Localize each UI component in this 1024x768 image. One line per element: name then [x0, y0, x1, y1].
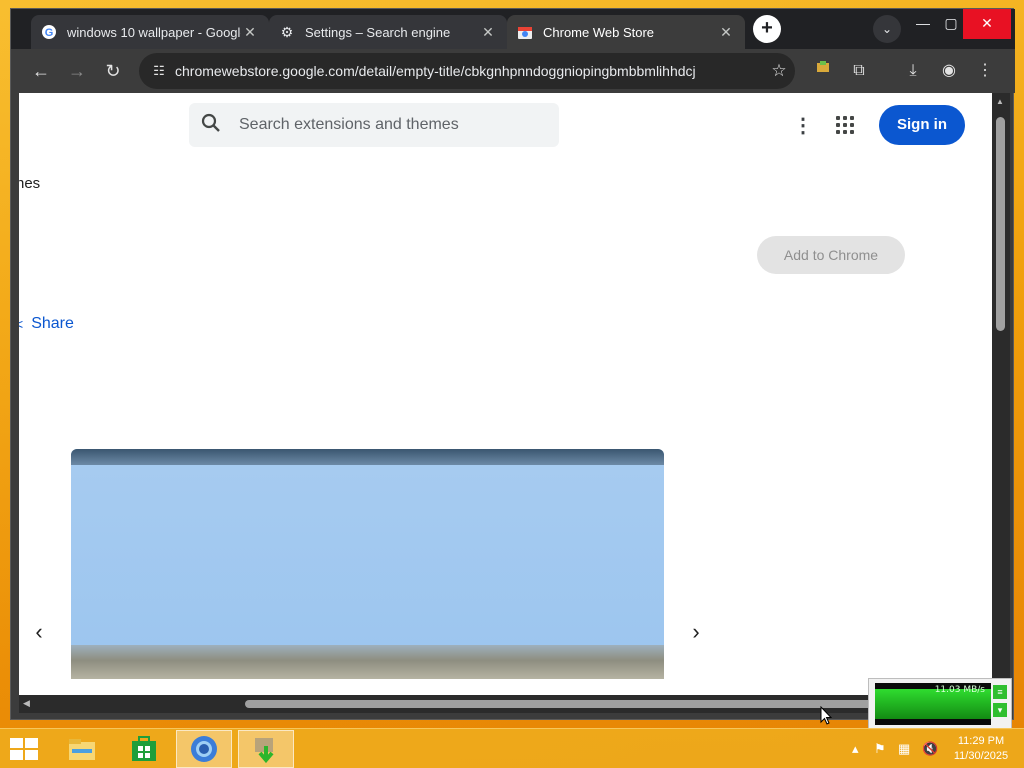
share-link[interactable]: < Share: [19, 315, 74, 333]
extension-puzzle-colored-icon[interactable]: [811, 59, 835, 83]
close-tab-icon[interactable]: ✕: [717, 24, 735, 41]
volume-muted-icon[interactable]: 🔇: [922, 741, 938, 757]
google-icon: G: [41, 24, 57, 40]
network-meter-widget[interactable]: 11.03 MB/s ≡ ▾: [868, 678, 1012, 730]
download-icon[interactable]: ⤓: [901, 59, 925, 83]
svg-text:G: G: [45, 27, 54, 39]
store-search[interactable]: [189, 103, 559, 147]
gear-icon: ⚙: [280, 23, 294, 40]
forward-arrow-icon[interactable]: →: [63, 57, 91, 85]
horizontal-scrollbar[interactable]: ◀: [19, 695, 992, 713]
tab-search-chevron-icon[interactable]: ⌄: [873, 15, 901, 43]
share-icon: <: [19, 316, 24, 332]
reload-icon[interactable]: ↻: [99, 57, 127, 85]
network-rate: 11.03 MB/s: [934, 685, 985, 695]
close-tab-icon[interactable]: ✕: [241, 24, 259, 41]
share-label: Share: [31, 315, 74, 332]
horizontal-scroll-thumb[interactable]: [245, 700, 885, 708]
clock-time: 11:29 PM: [957, 735, 1005, 747]
google-apps-icon[interactable]: [833, 113, 857, 137]
taskbar: ▴ ⚑ ▦ 🔇 11:29 PM 11/30/2025: [0, 728, 1024, 768]
back-arrow-icon[interactable]: ←: [27, 57, 55, 85]
store-icon[interactable]: [116, 730, 172, 768]
clock-date: 11/30/2025: [953, 750, 1009, 762]
chrome-taskbar-icon[interactable]: [176, 730, 232, 768]
extensions-puzzle-icon[interactable]: ⧉: [847, 59, 871, 83]
add-to-chrome-button[interactable]: Add to Chrome: [757, 236, 905, 274]
extension-screenshot: [71, 449, 664, 695]
tab-chrome-web-store[interactable]: Chrome Web Store ✕: [507, 15, 745, 49]
browser-toolbar: ← → ↻ ☷ chromewebstore.google.com/detail…: [11, 49, 1015, 93]
tray-overflow-chevron-icon[interactable]: ▴: [852, 741, 859, 757]
scroll-up-arrow-icon[interactable]: ▲: [996, 97, 1004, 106]
carousel-prev-chevron-icon[interactable]: ‹: [27, 619, 51, 645]
action-center-flag-icon[interactable]: ⚑: [874, 741, 886, 757]
download-manager-icon[interactable]: [238, 730, 294, 768]
site-info-icon[interactable]: ☷: [143, 63, 175, 79]
menu-kebab-icon[interactable]: ⋮: [973, 59, 997, 83]
system-clock[interactable]: 11:29 PM 11/30/2025: [950, 734, 1012, 764]
bookmark-star-icon[interactable]: ☆: [763, 61, 795, 81]
search-input[interactable]: [239, 116, 539, 134]
new-tab-button[interactable]: +: [753, 15, 781, 43]
tab-title: Chrome Web Store: [543, 24, 655, 40]
windows-start-icon[interactable]: [10, 738, 38, 760]
vertical-scrollbar[interactable]: ▲: [992, 93, 1010, 695]
chrome-web-store-icon: [517, 24, 533, 40]
sign-in-button[interactable]: Sign in: [879, 105, 965, 145]
meter-collapse-icon[interactable]: ▾: [993, 703, 1007, 717]
page-content: ⋮ Sign in nes Add to Chrome < Share ‹ ›: [19, 93, 992, 695]
meter-menu-icon[interactable]: ≡: [993, 685, 1007, 699]
chrome-window: G windows 10 wallpaper - Google ✕ ⚙ Sett…: [10, 8, 1015, 720]
close-tab-icon[interactable]: ✕: [479, 24, 497, 41]
tab-settings[interactable]: ⚙ Settings – Search engine ✕: [269, 15, 507, 49]
vertical-scroll-thumb[interactable]: [996, 117, 1005, 331]
file-explorer-icon[interactable]: [54, 730, 110, 768]
address-bar[interactable]: ☷ chromewebstore.google.com/detail/empty…: [139, 53, 795, 89]
network-icon[interactable]: ▦: [898, 741, 910, 757]
network-graph: 11.03 MB/s: [875, 683, 991, 725]
tab-title: windows 10 wallpaper - Google: [67, 24, 241, 40]
mouse-cursor-icon: [820, 706, 832, 725]
search-icon: [201, 113, 225, 138]
tab-strip: G windows 10 wallpaper - Google ✕ ⚙ Sett…: [11, 9, 1015, 49]
scroll-left-arrow-icon[interactable]: ◀: [23, 698, 30, 709]
url-text[interactable]: chromewebstore.google.com/detail/empty-t…: [175, 63, 763, 79]
close-window-icon[interactable]: ✕: [963, 9, 1011, 39]
more-options-icon[interactable]: ⋮: [793, 113, 813, 137]
carousel-next-chevron-icon[interactable]: ›: [684, 619, 708, 645]
tab-google-search[interactable]: G windows 10 wallpaper - Google ✕: [31, 15, 269, 49]
breadcrumb-fragment: nes: [19, 175, 41, 192]
tab-title: Settings – Search engine: [305, 24, 451, 40]
profile-avatar-icon[interactable]: ◉: [937, 59, 961, 83]
